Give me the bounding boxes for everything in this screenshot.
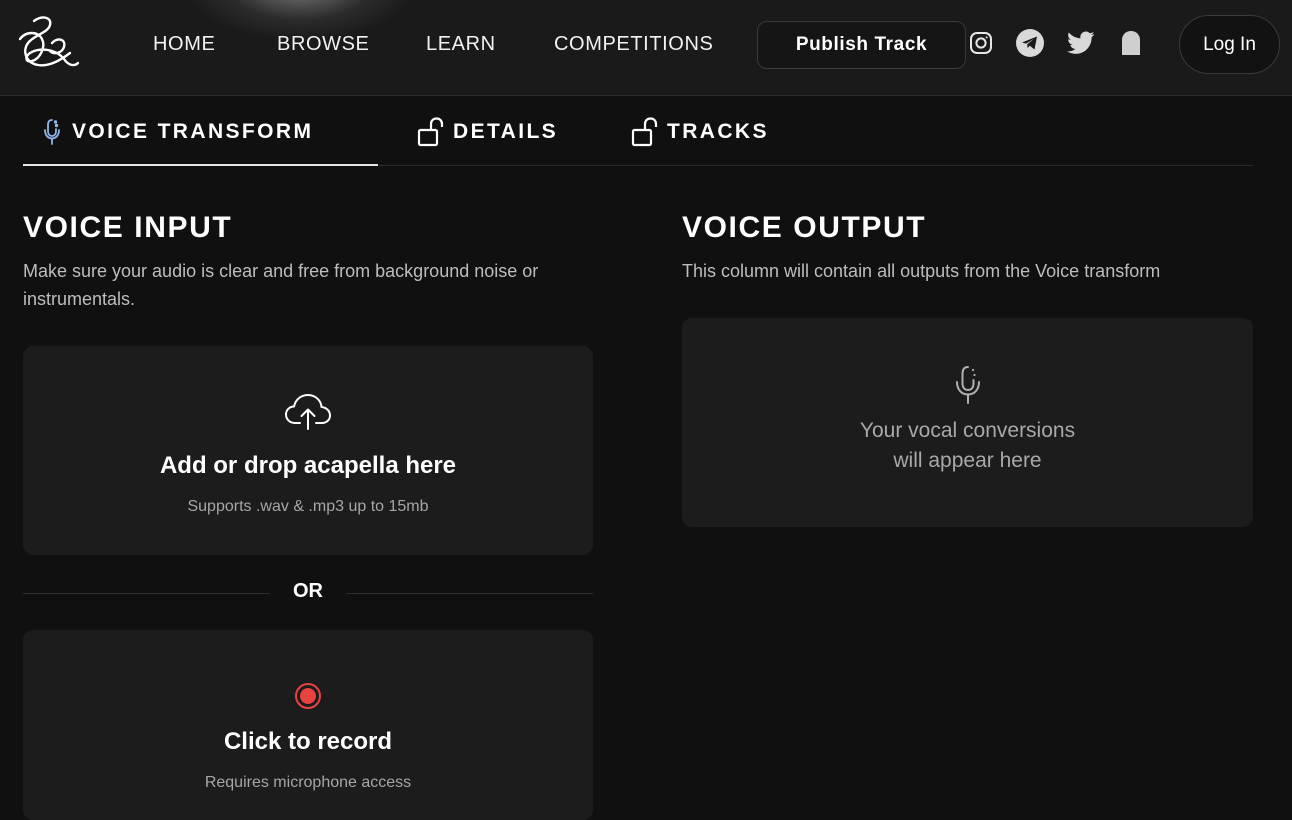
- record-card[interactable]: Click to record Requires microphone acce…: [23, 630, 593, 820]
- tab-voice-transform[interactable]: VOICE TRANSFORM: [40, 112, 313, 152]
- telegram-icon[interactable]: [1015, 28, 1045, 58]
- site-logo[interactable]: [12, 13, 80, 75]
- or-label: OR: [293, 580, 323, 602]
- record-hint: Requires microphone access: [204, 774, 412, 791]
- tab-tracks[interactable]: TRACKS: [631, 112, 769, 152]
- tab-voice-transform-label: VOICE TRANSFORM: [72, 120, 314, 143]
- unlock-icon: [631, 117, 659, 147]
- cloud-upload-icon: [283, 390, 333, 432]
- twitter-icon[interactable]: [1066, 28, 1096, 58]
- publish-track-button[interactable]: Publish Track: [757, 21, 966, 69]
- nav-learn-link[interactable]: LEARN: [426, 32, 496, 56]
- tab-tracks-label: TRACKS: [667, 120, 769, 143]
- record-icon: [294, 682, 322, 710]
- tab-details[interactable]: DETAILS: [417, 112, 558, 152]
- voice-output-description: This column will contain all outputs fro…: [682, 261, 1161, 281]
- active-tab-indicator: [23, 164, 378, 166]
- voice-output-title: VOICE OUTPUT: [682, 211, 927, 244]
- login-button[interactable]: Log In: [1179, 15, 1280, 74]
- nav-browse-link[interactable]: BROWSE: [277, 32, 370, 56]
- nav-home-link[interactable]: HOME: [153, 32, 215, 56]
- unlock-icon: [417, 117, 445, 147]
- output-placeholder-card: Your vocal conversions will appear here: [682, 318, 1253, 527]
- voice-input-title: VOICE INPUT: [23, 211, 233, 244]
- microphone-icon: [950, 364, 986, 406]
- voice-input-description: Make sure your audio is clear and free f…: [23, 261, 539, 309]
- ghost-icon[interactable]: [1116, 28, 1146, 58]
- record-title: Click to record: [223, 728, 393, 755]
- top-navigation-bar: HOME BROWSE LEARN COMPETITIONS Publish T…: [0, 0, 1292, 96]
- upload-format-hint: Supports .wav & .mp3 up to 15mb: [187, 498, 429, 515]
- tab-details-label: DETAILS: [453, 120, 559, 143]
- or-divider: OR: [23, 578, 593, 608]
- output-placeholder-line-2: will appear here: [893, 449, 1042, 472]
- instagram-icon[interactable]: [966, 28, 996, 58]
- nav-competitions-link[interactable]: COMPETITIONS: [554, 32, 713, 56]
- upload-dropzone[interactable]: Add or drop acapella here Supports .wav …: [23, 346, 593, 555]
- upload-title: Add or drop acapella here: [159, 452, 457, 479]
- microphone-icon: [40, 118, 64, 146]
- output-placeholder-line-1: Your vocal conversions: [859, 419, 1076, 442]
